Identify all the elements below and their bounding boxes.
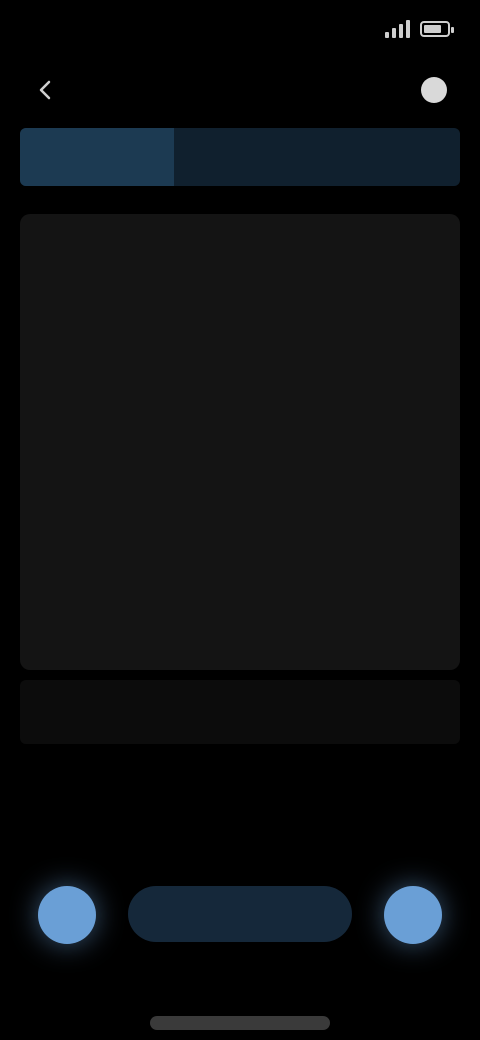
header: [0, 60, 480, 120]
arrow-left-icon: [39, 80, 51, 100]
signal-icon: [385, 20, 410, 38]
status-icons: [385, 20, 454, 38]
status-bar: [0, 0, 480, 60]
left-action-button[interactable]: [38, 886, 96, 944]
right-action-button[interactable]: [384, 886, 442, 944]
battery-fill: [424, 25, 441, 33]
progress-fill: [20, 128, 174, 186]
app-screen: [0, 0, 480, 1040]
card-footer: [20, 680, 460, 744]
home-indicator[interactable]: [150, 1016, 330, 1030]
back-button[interactable]: [24, 68, 68, 112]
progress-bar: [20, 128, 460, 186]
content-card[interactable]: [20, 214, 460, 670]
battery-icon: [420, 21, 454, 37]
primary-action-button[interactable]: [128, 886, 352, 942]
menu-dot-icon: [421, 77, 447, 103]
menu-button[interactable]: [412, 68, 456, 112]
bottom-controls: [0, 880, 480, 960]
